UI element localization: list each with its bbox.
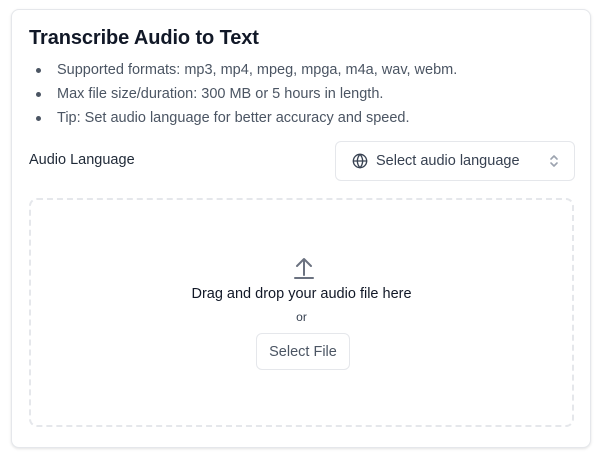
file-dropzone[interactable]: Drag and drop your audio file here or Se…: [29, 198, 574, 427]
card-title: Transcribe Audio to Text: [29, 27, 259, 49]
audio-language-select-value: Select audio language: [376, 153, 520, 169]
select-file-button[interactable]: Select File: [256, 333, 350, 370]
info-list: Supported formats: mp3, mp4, mpeg, mpga,…: [35, 58, 457, 130]
globe-icon: [352, 153, 368, 169]
dropzone-or: or: [296, 310, 307, 324]
info-item-tip: Tip: Set audio language for better accur…: [35, 106, 457, 130]
audio-language-select[interactable]: Select audio language: [335, 141, 575, 181]
chevron-up-down-icon: [550, 155, 558, 167]
info-item-max-size: Max file size/duration: 300 MB or 5 hour…: [35, 82, 457, 106]
transcribe-card: Transcribe Audio to Text Supported forma…: [11, 9, 591, 448]
audio-language-label: Audio Language: [29, 152, 135, 168]
dropzone-prompt: Drag and drop your audio file here: [191, 286, 412, 302]
info-item-formats: Supported formats: mp3, mp4, mpeg, mpga,…: [35, 58, 457, 82]
upload-icon: [294, 258, 314, 279]
